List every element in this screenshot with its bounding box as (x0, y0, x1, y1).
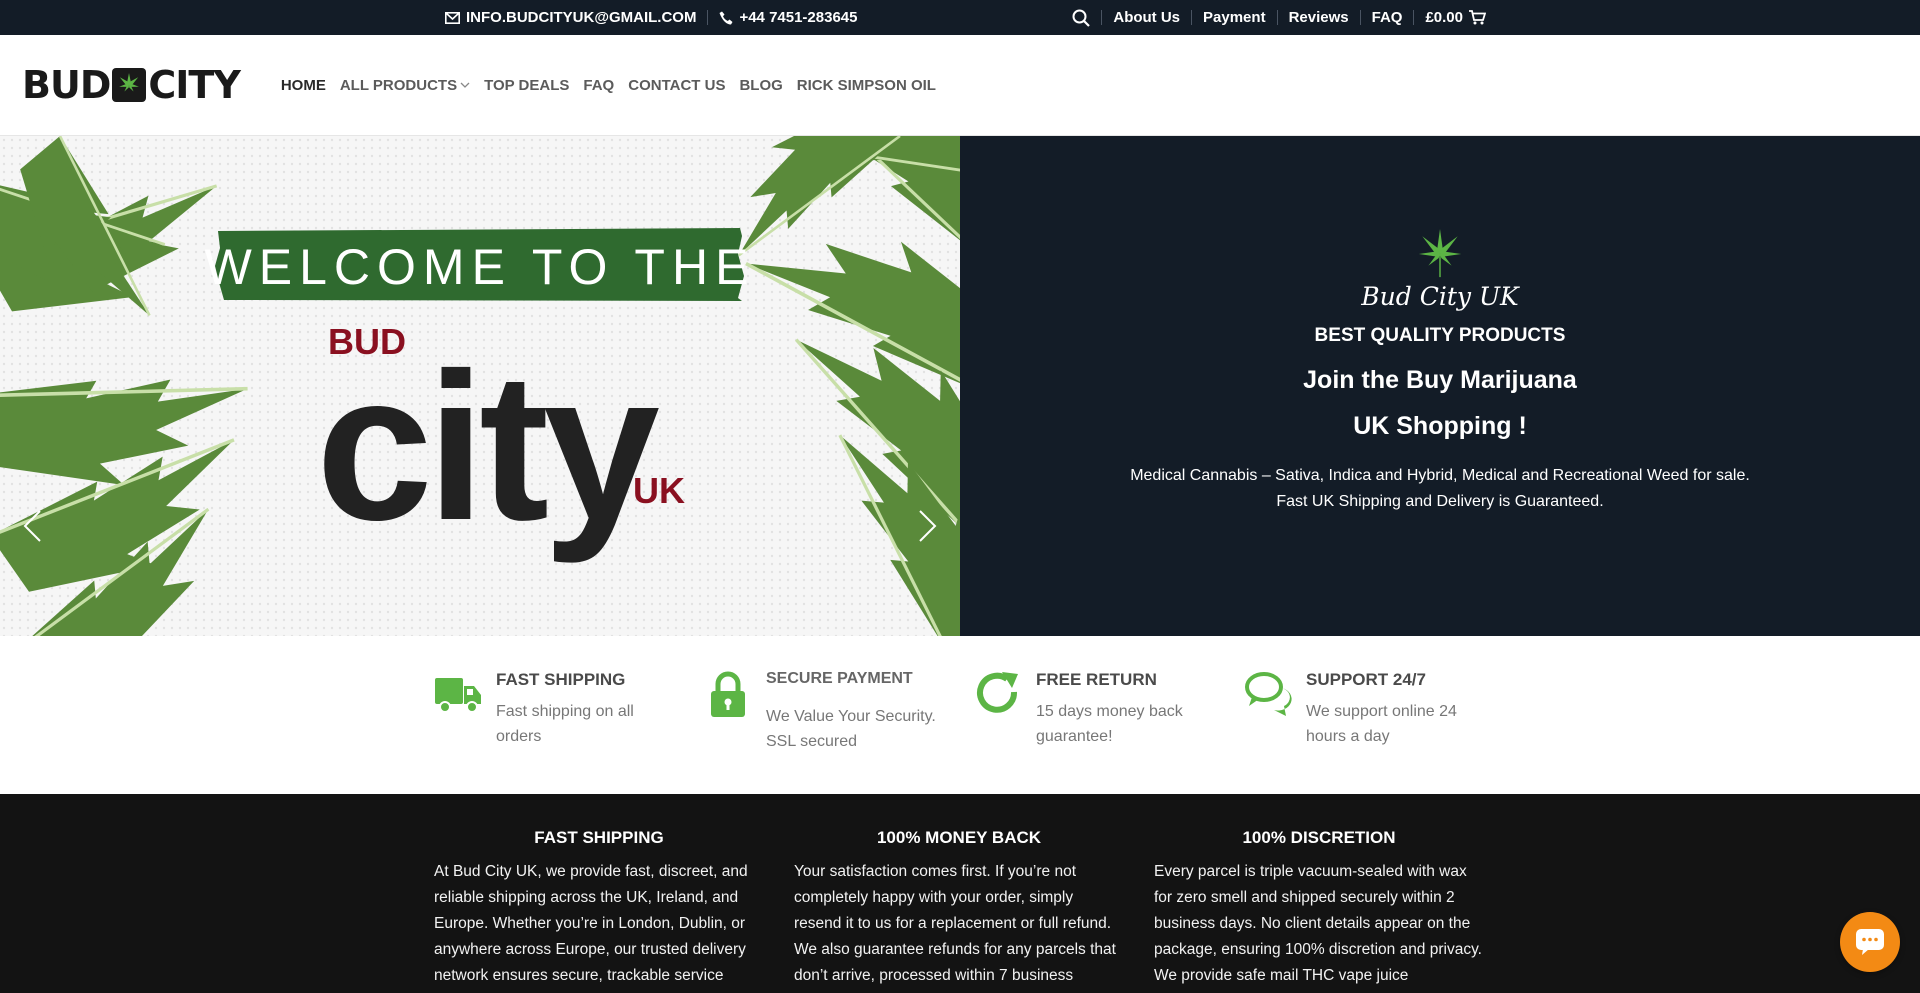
info-text: Every parcel is triple vacuum-sealed wit… (1154, 863, 1482, 984)
top-bar: INFO.BUDCITYUK@GMAIL.COM +44 7451-283645… (0, 0, 1920, 35)
cart-total: £0.00 (1425, 9, 1463, 26)
phone-icon (719, 11, 733, 24)
hero-description: Medical Cannabis – Sativa, Indica and Hy… (1130, 463, 1750, 515)
info-text: At Bud City UK, we provide fast, discree… (434, 863, 748, 984)
banner-welcome: WELCOME TO THE (205, 239, 756, 295)
info-title: 100% DISCRETION (1242, 828, 1396, 847)
phone-text: +44 7451-283645 (739, 9, 858, 26)
info-title: FAST SHIPPING (534, 828, 664, 847)
nav-all-products[interactable]: ALL PRODUCTS (333, 77, 477, 94)
hero-subtitle: BEST QUALITY PRODUCTS (1314, 325, 1566, 346)
logo-text-bud: BUD (22, 63, 111, 107)
info-column-shipping: FAST SHIPPING At Bud City UK, we provide… (434, 828, 764, 989)
feature-title: SECURE PAYMENT (766, 670, 913, 687)
feature-text: Fast shipping on all orders (496, 699, 634, 749)
info-section: FAST SHIPPING At Bud City UK, we provide… (0, 794, 1920, 993)
nav-all-products-label: ALL PRODUCTS (339, 76, 458, 94)
live-chat-button[interactable] (1840, 912, 1900, 972)
hero-description-line1: Medical Cannabis – Sativa, Indica and Hy… (1130, 467, 1750, 484)
chat-bubble-icon (1856, 929, 1884, 955)
search-icon (1072, 9, 1091, 27)
feature-text-line: orders (496, 728, 542, 745)
feature-free-return: FREE RETURN 15 days money back guarantee! (974, 670, 1183, 749)
feature-text-line: 15 days money back (1036, 703, 1183, 720)
hero-heading-line1: Join the Buy Marijuana (1303, 366, 1577, 394)
slider-next-arrow[interactable] (918, 509, 938, 549)
info-title: 100% MONEY BACK (876, 828, 1042, 847)
nav-top-deals[interactable]: TOP DEALS (477, 77, 576, 94)
main-nav: HOME ALL PRODUCTS TOP DEALS FAQ CONTACT … (274, 77, 943, 94)
chevron-down-icon (460, 82, 470, 88)
cart-link[interactable]: £0.00 (1414, 9, 1486, 26)
feature-fast-shipping: FAST SHIPPING Fast shipping on all orders (434, 670, 634, 749)
phone-link[interactable]: +44 7451-283645 (708, 9, 868, 26)
nav-faq[interactable]: FAQ (576, 77, 621, 94)
feature-text-line: Fast shipping on all (496, 703, 634, 720)
nav-reviews[interactable]: Reviews (1278, 9, 1360, 26)
lock-icon (711, 671, 745, 717)
feature-text-line: We Value Your Security. (766, 708, 936, 725)
hero-heading-line2: UK Shopping ! (1353, 412, 1527, 440)
chevron-right-icon (919, 510, 937, 542)
hero-script-title: Bud City UK (1361, 282, 1519, 311)
feature-text-line: hours a day (1306, 728, 1390, 745)
hero-heading: Join the Buy Marijuana UK Shopping ! (1303, 357, 1577, 449)
envelope-icon (445, 11, 460, 24)
feature-text: We Value Your Security. SSL secured (766, 704, 936, 754)
nav-home[interactable]: HOME (274, 77, 333, 94)
truck-icon (435, 678, 481, 713)
refresh-icon (977, 672, 1018, 713)
nav-faq-top[interactable]: FAQ (1361, 9, 1414, 26)
nav-rick-simpson-oil[interactable]: RICK SIMPSON OIL (790, 77, 943, 94)
feature-text-line: We support online 24 (1306, 703, 1457, 720)
feature-support: SUPPORT 24/7 We support online 24 hours a… (1244, 670, 1457, 749)
site-logo[interactable]: BUD CITY (22, 63, 241, 107)
chat-icon (1245, 672, 1292, 716)
slider-prev-arrow[interactable] (22, 509, 42, 549)
email-text: INFO.BUDCITYUK@GMAIL.COM (466, 9, 697, 26)
features-row: FAST SHIPPING Fast shipping on all orders… (0, 636, 1920, 794)
info-text: Your satisfaction comes first. If you’re… (794, 863, 1116, 984)
email-link[interactable]: INFO.BUDCITYUK@GMAIL.COM (434, 9, 707, 26)
feature-text: 15 days money back guarantee! (1036, 699, 1183, 749)
feature-text-line: guarantee! (1036, 728, 1113, 745)
search-button[interactable] (1061, 9, 1101, 27)
cart-icon (1469, 10, 1486, 25)
logo-text-city: CITY (148, 63, 240, 107)
hero-slider[interactable]: WELCOME TO THE BUD city UK (0, 136, 960, 636)
info-column-money-back: 100% MONEY BACK Your satisfaction comes … (794, 828, 1124, 989)
feature-title: FREE RETURN (1036, 670, 1157, 689)
chevron-left-icon (23, 510, 41, 542)
nav-blog[interactable]: BLOG (732, 77, 789, 94)
banner-uk: UK (633, 470, 685, 511)
hero-section: WELCOME TO THE BUD city UK Bud City UK B… (0, 136, 1920, 636)
hero-info-panel: Bud City UK BEST QUALITY PRODUCTS Join t… (960, 136, 1920, 636)
main-header: BUD CITY HOME ALL PRODUCTS TOP DEALS FAQ… (0, 35, 1920, 136)
nav-about-us[interactable]: About Us (1102, 9, 1191, 26)
feature-text: We support online 24 hours a day (1306, 699, 1457, 749)
feature-title: SUPPORT 24/7 (1306, 670, 1426, 689)
nav-payment[interactable]: Payment (1192, 9, 1277, 26)
feature-text-line: SSL secured (766, 733, 858, 750)
hero-description-line2: Fast UK Shipping and Delivery is Guarant… (1276, 493, 1604, 510)
banner-city: city (316, 329, 659, 564)
info-column-discretion: 100% DISCRETION Every parcel is triple v… (1154, 828, 1484, 989)
cannabis-leaf-icon (1418, 228, 1462, 278)
feature-secure-payment: SECURE PAYMENT We Value Your Security. SS… (704, 670, 936, 754)
nav-contact-us[interactable]: CONTACT US (621, 77, 732, 94)
leaf-logo-icon (112, 68, 147, 102)
hero-banner-image: WELCOME TO THE BUD city UK (0, 136, 960, 636)
feature-title: FAST SHIPPING (496, 670, 626, 689)
